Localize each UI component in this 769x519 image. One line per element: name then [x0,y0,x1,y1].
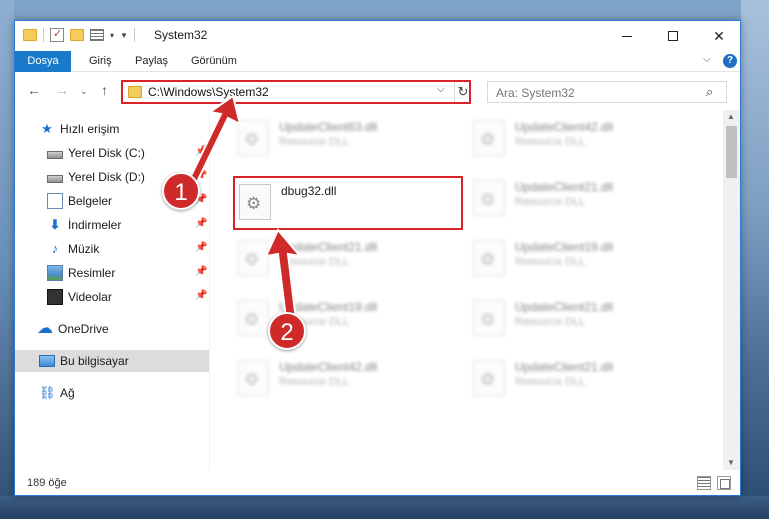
annotation-overlay [176,94,303,322]
step-1-badge: 1 [162,172,200,210]
step-2-badge: 2 [268,312,306,350]
annotation-arrow-2 [264,228,303,322]
